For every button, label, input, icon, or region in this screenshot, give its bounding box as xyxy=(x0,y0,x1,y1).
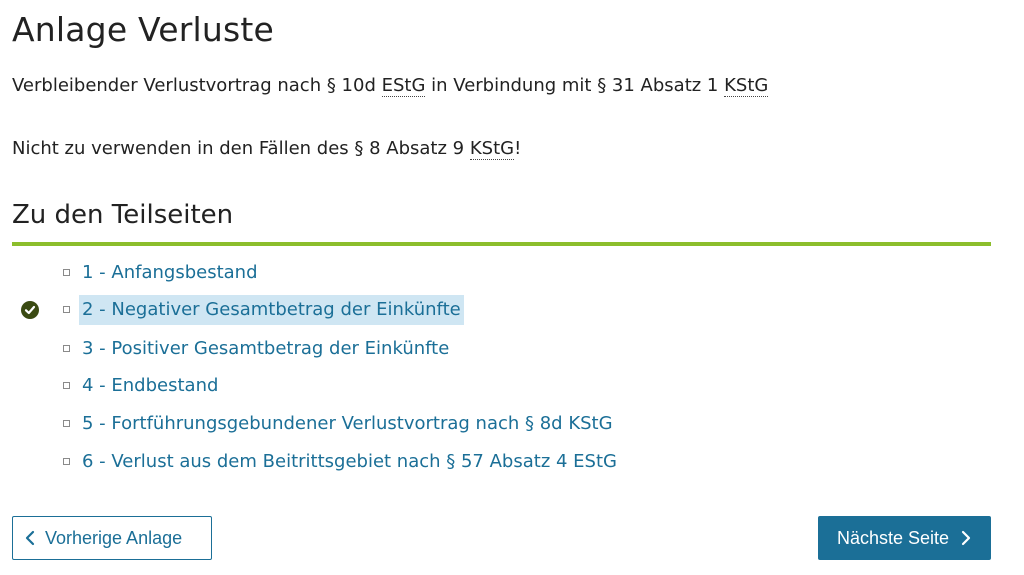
subpage-link-5[interactable]: 5 - Fortführungsgebundener Verlustvortra… xyxy=(79,409,616,439)
check-circle-icon xyxy=(21,301,39,319)
chevron-left-icon xyxy=(25,530,35,546)
note-text: Nicht zu verwenden in den Fällen des § 8… xyxy=(12,138,522,160)
list-item: 4 - Endbestand xyxy=(0,371,900,403)
note-prefix: Nicht zu verwenden in den Fällen des § 8… xyxy=(12,138,470,159)
list-item: 6 - Verlust aus dem Beitrittsgebiet nach… xyxy=(0,447,900,479)
subpage-link-4[interactable]: 4 - Endbestand xyxy=(79,371,221,401)
next-page-label: Nächste Seite xyxy=(837,527,950,548)
bullet-icon xyxy=(63,269,70,276)
abbr-kstg: KStG xyxy=(724,75,769,97)
intro-text: Verbleibender Verlustvortrag nach § 10d … xyxy=(12,75,769,97)
section-divider xyxy=(12,242,991,246)
bullet-icon xyxy=(63,420,70,427)
bullet-icon xyxy=(63,382,70,389)
list-item: 2 - Negativer Gesamtbetrag der Einkünfte xyxy=(0,295,900,327)
list-item: 3 - Positiver Gesamtbetrag der Einkünfte xyxy=(0,334,900,366)
bullet-icon xyxy=(63,306,70,313)
page-title: Anlage Verluste xyxy=(12,10,275,49)
list-item: 1 - Anfangsbestand xyxy=(0,258,900,290)
previous-attachment-label: Vorherige Anlage xyxy=(45,527,183,548)
intro-prefix: Verbleibender Verlustvortrag nach § 10d xyxy=(12,75,382,96)
abbr-kstg-note: KStG xyxy=(469,138,515,160)
bullet-icon xyxy=(63,345,70,352)
subpage-link-1[interactable]: 1 - Anfangsbestand xyxy=(79,258,261,288)
intro-middle: in Verbindung mit § 31 Absatz 1 xyxy=(425,75,725,96)
abbr-estg: EStG xyxy=(381,75,426,97)
subpages-heading: Zu den Teilseiten xyxy=(12,200,234,230)
bullet-icon xyxy=(63,458,70,465)
previous-attachment-button[interactable]: Vorherige Anlage xyxy=(12,516,212,560)
subpage-link-2[interactable]: 2 - Negativer Gesamtbetrag der Einkünfte xyxy=(79,295,464,325)
chevron-right-icon xyxy=(961,530,971,546)
note-suffix: ! xyxy=(514,138,522,159)
subpage-link-6[interactable]: 6 - Verlust aus dem Beitrittsgebiet nach… xyxy=(79,447,620,477)
list-item: 5 - Fortführungsgebundener Verlustvortra… xyxy=(0,409,900,441)
next-page-button[interactable]: Nächste Seite xyxy=(818,516,991,560)
subpage-link-3[interactable]: 3 - Positiver Gesamtbetrag der Einkünfte xyxy=(79,334,452,364)
